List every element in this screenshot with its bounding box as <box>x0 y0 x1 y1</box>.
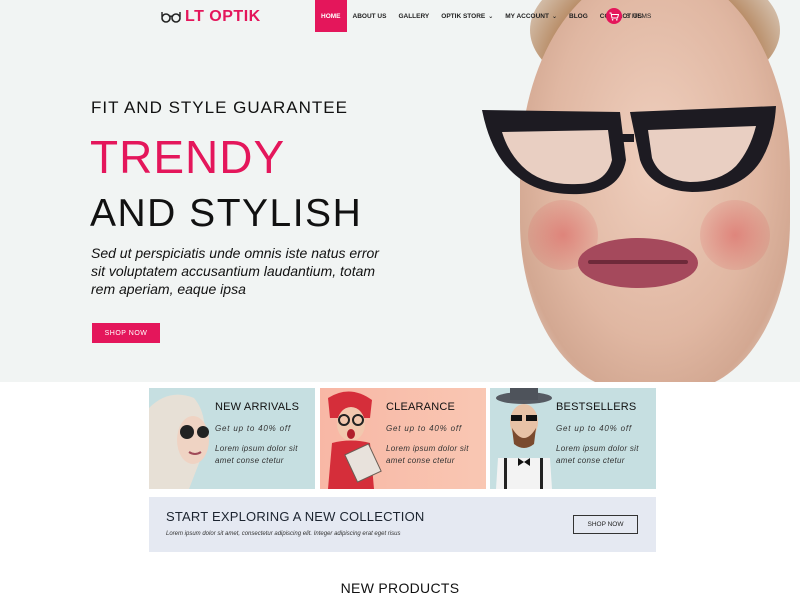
chevron-down-icon: ⌄ <box>551 13 557 20</box>
promo-card-clearance[interactable]: CLEARANCE Get up to 40% off Lorem ipsum … <box>320 388 486 489</box>
promo-model-image <box>496 388 552 489</box>
nav-item-about-us[interactable]: ABOUT US <box>347 0 393 32</box>
promo-model-image <box>328 391 382 489</box>
promo-title: CLEARANCE <box>386 401 456 413</box>
cart-button[interactable]: 6 ITEMS <box>606 8 651 24</box>
promo-offer: Get up to 40% off <box>556 424 632 433</box>
hero-model-cheek <box>700 200 770 270</box>
top-navbar: LT OPTIK HOME ABOUT US GALLERY OPTIK STO… <box>0 0 800 32</box>
nav-item-gallery[interactable]: GALLERY <box>392 0 435 32</box>
glasses-logo-icon <box>161 12 181 23</box>
hero-paragraph: Sed ut perspiciatis unde omnis iste natu… <box>91 245 379 297</box>
nav-item-blog[interactable]: BLOG <box>563 0 594 32</box>
collection-banner: START EXPLORING A NEW COLLECTION Lorem i… <box>149 497 656 552</box>
brand-logo[interactable]: LT OPTIK <box>161 7 261 27</box>
hero-shop-now-button[interactable]: SHOP NOW <box>92 323 160 343</box>
promo-card-new-arrivals[interactable]: NEW ARRIVALS Get up to 40% off Lorem ips… <box>149 388 315 489</box>
collection-shop-now-button[interactable]: SHOP NOW <box>573 515 638 534</box>
nav-item-my-account[interactable]: MY ACCOUNT ⌄ <box>499 0 563 32</box>
promo-offer: Get up to 40% off <box>386 424 462 433</box>
cart-count: 6 ITEMS <box>626 12 652 20</box>
promo-description: Lorem ipsum dolor sit amet conse ctetur <box>215 444 298 465</box>
brand-name: LT OPTIK <box>185 8 261 25</box>
promo-description: Lorem ipsum dolor sit amet conse ctetur <box>386 444 469 465</box>
hero-kicker: FIT AND STYLE GUARANTEE <box>91 98 348 117</box>
chevron-down-icon: ⌄ <box>488 13 494 20</box>
nav-menu: HOME ABOUT US GALLERY OPTIK STORE ⌄ MY AC… <box>315 0 648 32</box>
collection-title: START EXPLORING A NEW COLLECTION <box>166 509 425 524</box>
hero-glasses <box>482 106 776 195</box>
promo-title: BESTSELLERS <box>556 401 637 413</box>
promo-model-image <box>149 388 211 489</box>
nav-item-home[interactable]: HOME <box>315 0 347 32</box>
new-products-heading: NEW PRODUCTS <box>340 580 460 596</box>
collection-text: Lorem ipsum dolor sit amet, consectetur … <box>166 531 401 537</box>
hero-title: TRENDY <box>90 131 286 183</box>
promo-card-bestsellers[interactable]: BESTSELLERS Get up to 40% off Lorem ipsu… <box>490 388 656 489</box>
nav-item-optik-store[interactable]: OPTIK STORE ⌄ <box>435 0 499 32</box>
hero-subtitle: AND STYLISH <box>90 192 363 235</box>
hero-model-lips <box>578 238 698 288</box>
promo-title: NEW ARRIVALS <box>215 401 300 413</box>
cart-icon <box>606 8 622 24</box>
promo-description: Lorem ipsum dolor sit amet conse ctetur <box>556 444 639 465</box>
promo-offer: Get up to 40% off <box>215 424 291 433</box>
